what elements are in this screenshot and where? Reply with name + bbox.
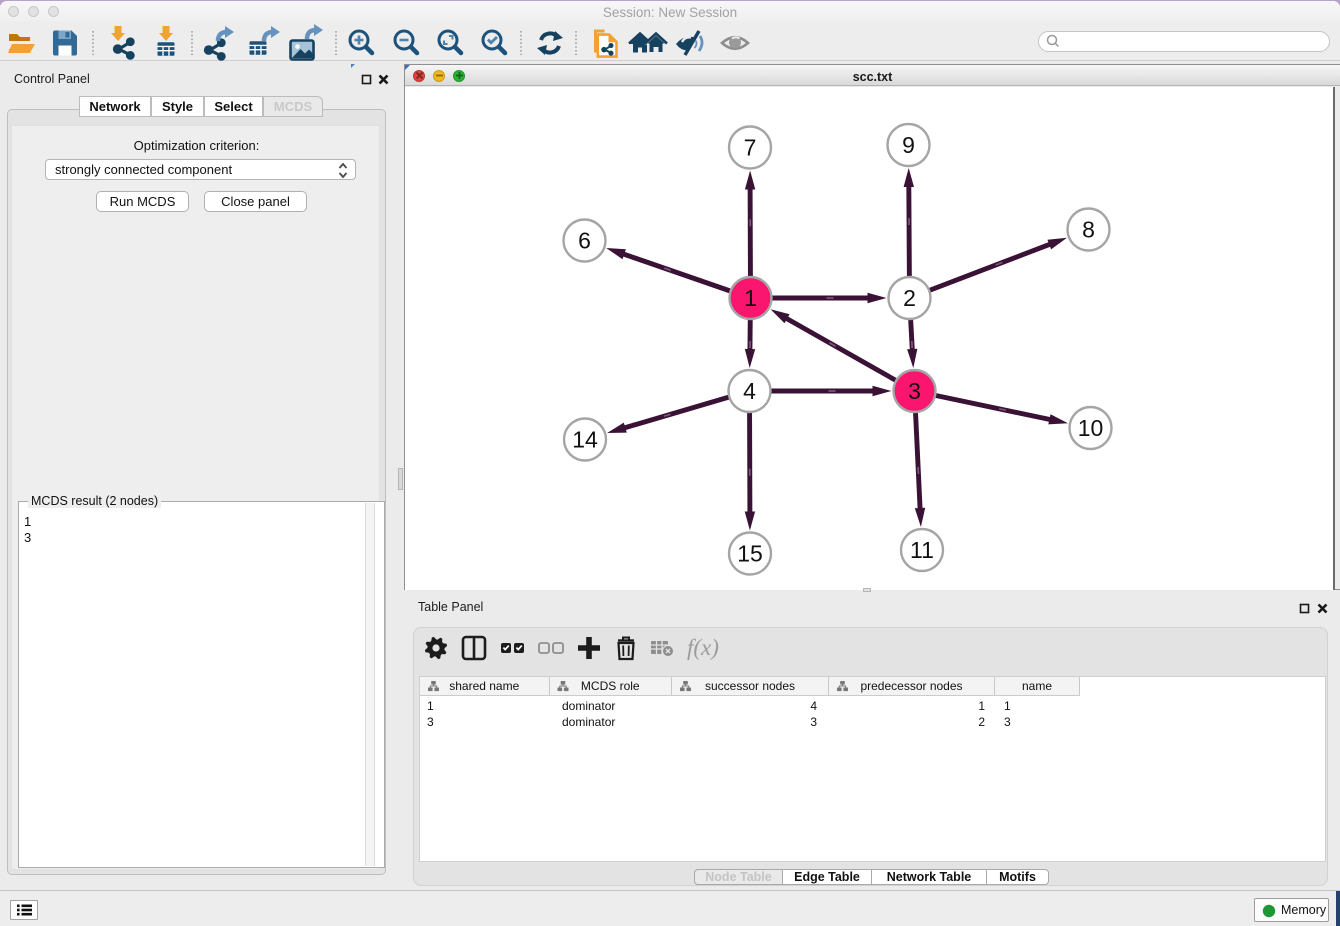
svg-text:4: 4 (743, 378, 756, 404)
svg-text:1: 1 (744, 285, 757, 311)
svg-text:8: 8 (1082, 217, 1095, 243)
svg-text:11: 11 (910, 537, 934, 563)
svg-text:f(x): f(x) (687, 635, 719, 660)
svg-text:9: 9 (902, 132, 915, 158)
svg-text:15: 15 (737, 541, 763, 567)
svg-text:7: 7 (744, 135, 757, 161)
svg-text:3: 3 (908, 378, 921, 404)
svg-text:14: 14 (572, 427, 598, 453)
svg-text:10: 10 (1078, 415, 1104, 441)
svg-text:6: 6 (578, 228, 591, 254)
svg-text:2: 2 (903, 285, 916, 311)
